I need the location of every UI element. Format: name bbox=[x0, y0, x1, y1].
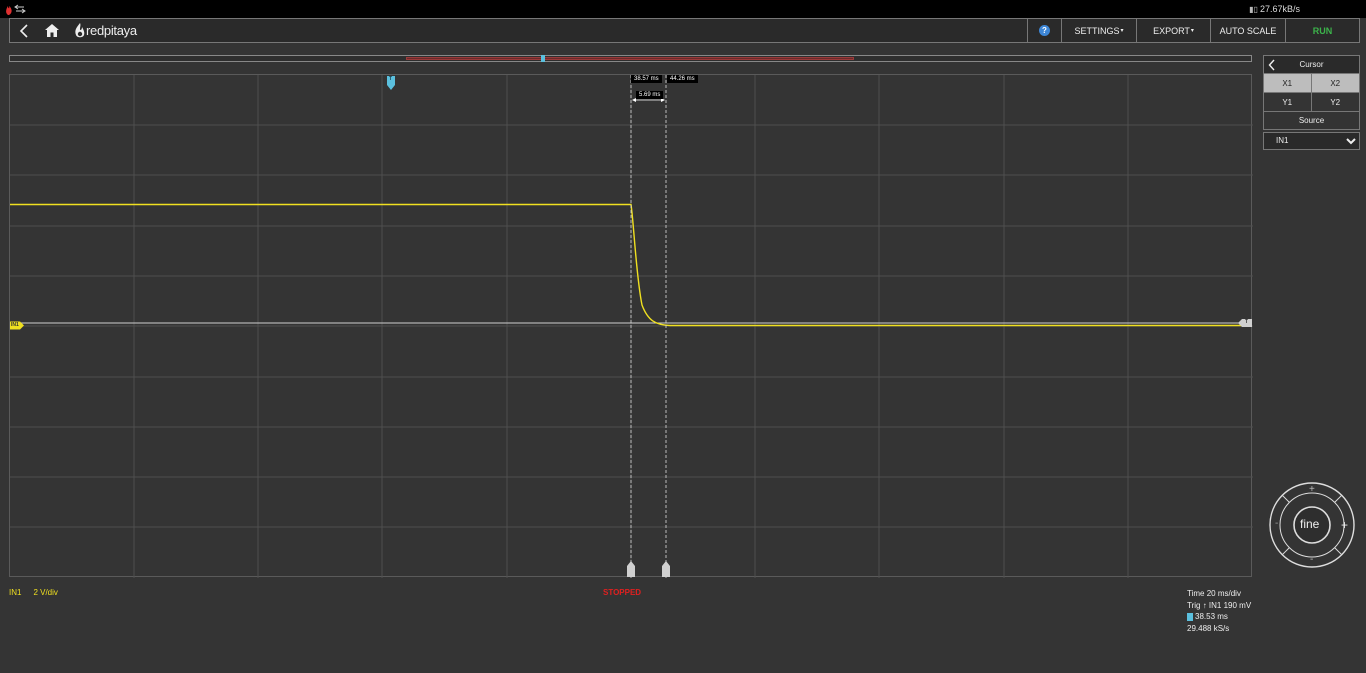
source-heading: Source bbox=[1263, 112, 1360, 130]
buffer-position-marker[interactable] bbox=[541, 55, 545, 62]
chevron-left-icon[interactable] bbox=[1268, 59, 1276, 71]
trigger-info: Trig ↑ IN1 190 mV bbox=[1187, 600, 1252, 610]
source-heading-label: Source bbox=[1298, 116, 1325, 125]
redpitaya-logo: redpitaya bbox=[74, 22, 137, 39]
run-label: RUN bbox=[1312, 25, 1333, 36]
cursor-panel: Cursor X1 X2 Y1 Y2 Source IN1 bbox=[1263, 55, 1360, 150]
auto-scale-button[interactable]: AUTO SCALE bbox=[1210, 19, 1285, 42]
settings-label: SETTINGS bbox=[1074, 25, 1120, 36]
signal-bars-icon: ▮▯ bbox=[1249, 5, 1258, 14]
source-select[interactable]: IN1 bbox=[1263, 131, 1360, 150]
cursor-x1-handle[interactable] bbox=[627, 561, 635, 577]
cursor-x2-button-label: X2 bbox=[1330, 78, 1341, 88]
back-button[interactable] bbox=[10, 19, 38, 42]
acquisition-info: Time 20 ms/div Trig ↑ IN1 190 mV 38.53 m… bbox=[1187, 588, 1251, 634]
help-button[interactable]: ? bbox=[1027, 19, 1061, 42]
export-label: EXPORT bbox=[1153, 25, 1190, 36]
nav-bar: redpitaya ? SETTINGS ▾ EXPORT ▾ AUTO SCALE… bbox=[9, 18, 1360, 43]
sample-rate: 29.488 kS/s bbox=[1187, 623, 1230, 633]
flame-icon bbox=[75, 22, 85, 37]
acquisition-state: STOPPED bbox=[603, 588, 642, 597]
caret-down-icon: ▾ bbox=[1120, 28, 1124, 34]
cursor-x1-button[interactable]: X1 bbox=[1264, 74, 1312, 93]
cursor-x2-label: 44.26 ms bbox=[667, 75, 698, 83]
cursor-x1-button-label: X1 bbox=[1282, 78, 1293, 88]
top-bar: ▮▯ 27.67kB/s bbox=[0, 0, 1366, 18]
cursor-panel-header: Cursor bbox=[1263, 55, 1360, 74]
dial-down-minus[interactable]: - bbox=[1310, 554, 1313, 565]
run-button[interactable]: RUN bbox=[1285, 19, 1359, 42]
export-menu-button[interactable]: EXPORT ▾ bbox=[1136, 19, 1210, 42]
trigger-level-marker-label: T bbox=[1245, 319, 1249, 325]
trigger-position: 38.53 ms bbox=[1187, 611, 1251, 623]
dial-up-plus[interactable]: + bbox=[1309, 484, 1315, 495]
data-rate-value: 27.67kB/s bbox=[1259, 4, 1300, 14]
settings-menu-button[interactable]: SETTINGS ▾ bbox=[1061, 19, 1136, 42]
home-button[interactable] bbox=[38, 19, 66, 42]
data-rate-indicator: ▮▯ 27.67kB/s bbox=[1249, 4, 1300, 14]
plot-grid bbox=[10, 75, 1253, 578]
dial-right-plus[interactable]: + bbox=[1341, 518, 1348, 532]
trigger-time-marker-label: T bbox=[389, 76, 393, 82]
cursor-panel-title: Cursor bbox=[1299, 60, 1324, 69]
cursor-delta-label: 5.69 ms bbox=[636, 91, 664, 99]
cursor-x2-handle[interactable] bbox=[662, 561, 670, 577]
channel-marker-label: IN1 bbox=[11, 322, 19, 328]
plot-canvas bbox=[10, 75, 1253, 578]
trigger-flag-icon bbox=[1187, 612, 1193, 621]
cursor-y1-button[interactable]: Y1 bbox=[1264, 93, 1312, 112]
channel-scale: 2 V/div bbox=[33, 588, 58, 597]
logo-text: redpitaya bbox=[86, 23, 137, 38]
app-icon bbox=[6, 4, 26, 15]
home-icon bbox=[45, 24, 59, 37]
oscilloscope-plot[interactable]: T T IN1 38.57 ms 44.26 ms 5.69 ms bbox=[9, 74, 1253, 578]
cursor-x2-button[interactable]: X2 bbox=[1311, 74, 1359, 93]
dial-left-minus[interactable]: - bbox=[1275, 518, 1278, 529]
help-icon: ? bbox=[1039, 25, 1050, 36]
buffer-window bbox=[406, 57, 854, 60]
trigger-position-value: 38.53 ms bbox=[1195, 612, 1228, 621]
dial-center-label[interactable]: fine bbox=[1300, 517, 1319, 531]
channel-status: IN1 2 V/div bbox=[9, 588, 70, 597]
caret-down-icon: ▾ bbox=[1190, 28, 1194, 34]
chevron-left-icon bbox=[19, 23, 28, 38]
cursor-x1-label: 38.57 ms bbox=[631, 75, 662, 83]
auto-scale-label: AUTO SCALE bbox=[1219, 25, 1277, 36]
time-scale: Time 20 ms/div bbox=[1187, 589, 1241, 598]
cursor-y1-button-label: Y1 bbox=[1282, 97, 1293, 107]
channel-name[interactable]: IN1 bbox=[9, 588, 21, 597]
cursor-y2-button[interactable]: Y2 bbox=[1311, 93, 1359, 112]
buffer-timeline[interactable] bbox=[9, 55, 1252, 62]
in1-trace bbox=[10, 203, 1242, 327]
cursor-y2-button-label: Y2 bbox=[1330, 97, 1341, 107]
